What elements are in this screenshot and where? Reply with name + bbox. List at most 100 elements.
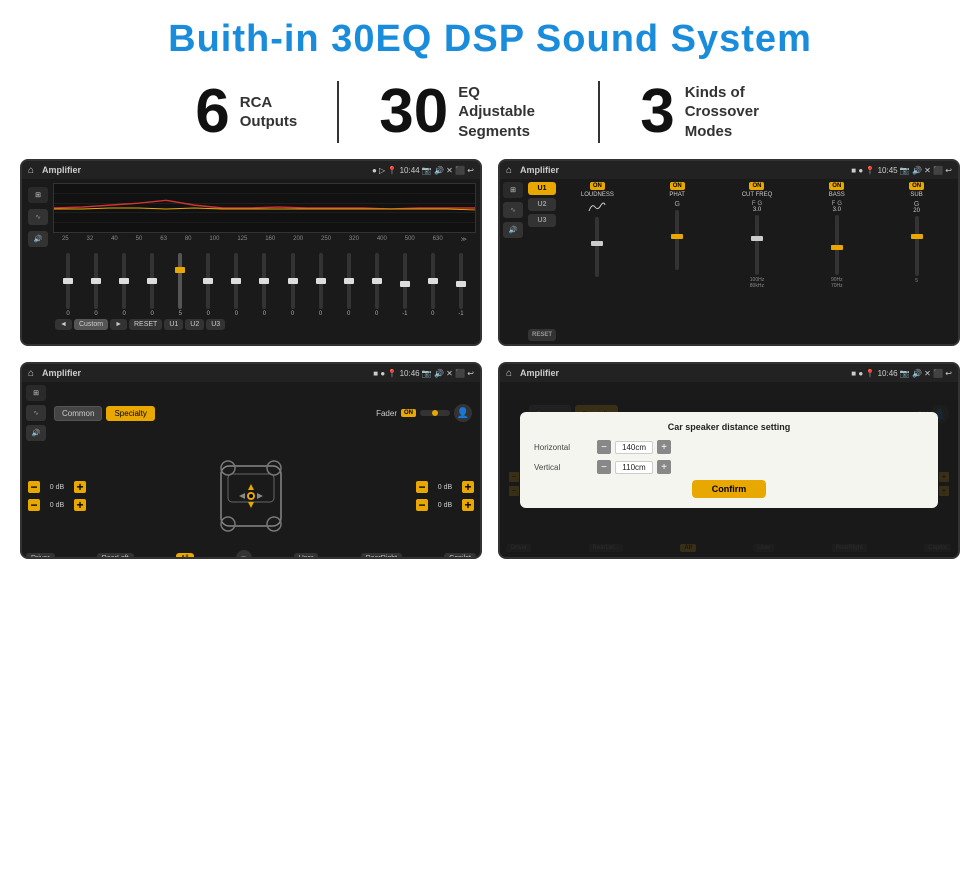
home-icon-4[interactable]: ⌂	[506, 368, 512, 379]
eq-slider-12[interactable]: 0	[364, 253, 390, 317]
eq-slider-7[interactable]: 0	[223, 253, 249, 317]
sub-slider[interactable]	[915, 216, 919, 276]
bass-slider[interactable]	[835, 215, 839, 275]
vol-val-2: 0 dB	[43, 502, 71, 509]
tab-specialty[interactable]: Specialty	[106, 406, 154, 421]
btn-rearright[interactable]: RearRight	[361, 553, 403, 560]
eq-u1-btn[interactable]: U1	[164, 319, 183, 330]
home-icon-3[interactable]: ⌂	[28, 368, 34, 379]
vol-plus-3[interactable]: +	[462, 481, 474, 493]
vertical-label: Vertical	[534, 463, 589, 472]
eq-play-btn[interactable]: ►	[110, 319, 127, 330]
crossover-icon-wave[interactable]: ∿	[503, 202, 523, 218]
eq-slider-6[interactable]: 0	[195, 253, 221, 317]
crossover-params-area: ON LOUDNESS ON PHAT G	[559, 182, 955, 341]
dialog-title: Car speaker distance setting	[534, 422, 924, 432]
fader-icon-settings[interactable]: ⊞	[26, 385, 46, 401]
eq-slider-4[interactable]: 0	[139, 253, 165, 317]
eq-u2-btn[interactable]: U2	[185, 319, 204, 330]
status-bar-4: ⌂ Amplifier ■ ● 📍 10:46 📷 🔊 ✕ ⬛ ↩	[500, 364, 958, 382]
eq-slider-14[interactable]: 0	[420, 253, 446, 317]
dialog-body: Common Specialty ON 👤 −0 dB+ −0 dB+	[500, 382, 958, 557]
preset-u2[interactable]: U2	[528, 198, 556, 211]
screen-crossover: ⌂ Amplifier ■ ● 📍 10:45 📷 🔊 ✕ ⬛ ↩ ⊞ ∿ 🔊 …	[498, 159, 960, 346]
eq-slider-15[interactable]: -1	[448, 253, 474, 317]
fader-label: Fader	[376, 409, 397, 418]
vol-left-1: − 0 dB +	[28, 481, 86, 493]
fader-icon-wave[interactable]: ∿	[26, 405, 46, 421]
btn-all[interactable]: All	[176, 553, 194, 560]
eq-slider-1[interactable]: 0	[55, 253, 81, 317]
eq-graph	[53, 183, 476, 233]
eq-slider-3[interactable]: 0	[111, 253, 137, 317]
preset-buttons: U1 U2 U3 RESET	[528, 182, 556, 341]
eq-icon-wave[interactable]: ∿	[28, 209, 48, 225]
btn-driver[interactable]: Driver	[26, 553, 55, 560]
eq-reset-btn[interactable]: RESET	[129, 319, 162, 330]
fader-slider-h[interactable]	[420, 410, 450, 416]
eq-u3-btn[interactable]: U3	[206, 319, 225, 330]
vol-plus-4[interactable]: +	[462, 499, 474, 511]
eq-preset-custom[interactable]: Custom	[74, 319, 108, 330]
eq-slider-13[interactable]: -1	[392, 253, 418, 317]
status-icons-2: ■ ● 📍 10:45 📷 🔊 ✕ ⬛ ↩	[851, 166, 952, 175]
reset-btn[interactable]: RESET	[528, 329, 556, 341]
vol-val-1: 0 dB	[43, 484, 71, 491]
stat-number-3: 3	[640, 81, 674, 143]
preset-u3[interactable]: U3	[528, 214, 556, 227]
vertical-minus[interactable]: −	[597, 460, 611, 474]
phat-slider[interactable]	[675, 210, 679, 270]
eq-icon-speaker[interactable]: 🔊	[28, 231, 48, 247]
eq-slider-9[interactable]: 0	[280, 253, 306, 317]
crossover-icon-speaker[interactable]: 🔊	[503, 222, 523, 238]
horizontal-minus[interactable]: −	[597, 440, 611, 454]
sub-val: 20	[913, 208, 920, 214]
eq-content: 2532405063 80100125160200 25032040050063…	[53, 183, 476, 342]
eq-bottom: ◄ Custom ► RESET U1 U2 U3	[53, 317, 476, 330]
horizontal-plus[interactable]: +	[657, 440, 671, 454]
vol-right-2: − 0 dB +	[416, 499, 474, 511]
sub-label: SUB	[910, 192, 922, 198]
phat-on-badge: ON	[670, 182, 685, 190]
loudness-slider[interactable]	[595, 217, 599, 277]
home-icon-2[interactable]: ⌂	[506, 165, 512, 176]
fader-vols-left: − 0 dB + − 0 dB +	[28, 446, 86, 546]
eq-sliders-row: 0 0 0 0 5 0 0 0 0 0 0 0 -1 0 -1	[53, 245, 476, 317]
eq-prev-btn[interactable]: ◄	[55, 319, 72, 330]
stats-row: 6 RCAOutputs 30 EQ AdjustableSegments 3 …	[0, 73, 980, 159]
stat-number-6: 6	[195, 81, 229, 143]
vertical-plus[interactable]: +	[657, 460, 671, 474]
eq-main-area: ⊞ ∿ 🔊	[22, 179, 480, 344]
vol-plus-1[interactable]: +	[74, 481, 86, 493]
confirm-button[interactable]: Confirm	[692, 480, 767, 498]
btn-copilot[interactable]: Copilot	[444, 553, 476, 560]
eq-slider-8[interactable]: 0	[251, 253, 277, 317]
eq-icon-settings[interactable]: ⊞	[28, 187, 48, 203]
eq-slider-5[interactable]: 5	[167, 253, 193, 317]
fader-icon-speaker[interactable]: 🔊	[26, 425, 46, 441]
vol-plus-2[interactable]: +	[74, 499, 86, 511]
profile-icon[interactable]: 👤	[454, 404, 472, 422]
home-icon-1[interactable]: ⌂	[28, 165, 34, 176]
bass-on-badge: ON	[829, 182, 844, 190]
fader-center-expand[interactable]: ▼	[236, 550, 252, 559]
tab-common[interactable]: Common	[54, 406, 102, 421]
sub-g-label: G	[914, 201, 919, 208]
btn-rearleft[interactable]: RearLeft	[97, 553, 134, 560]
bass-label: BASS	[829, 192, 845, 198]
crossover-icon-settings[interactable]: ⊞	[503, 182, 523, 198]
vol-minus-1[interactable]: −	[28, 481, 40, 493]
crossover-main-content: U1 U2 U3 RESET ON LOUDNESS	[528, 182, 955, 341]
eq-slider-2[interactable]: 0	[83, 253, 109, 317]
btn-user[interactable]: User	[294, 553, 319, 560]
vertical-stepper: − 110cm +	[597, 460, 671, 474]
eq-slider-11[interactable]: 0	[336, 253, 362, 317]
app-title-3: Amplifier	[42, 368, 81, 378]
eq-slider-10[interactable]: 0	[308, 253, 334, 317]
vol-val-4: 0 dB	[431, 502, 459, 509]
vol-minus-4[interactable]: −	[416, 499, 428, 511]
preset-u1[interactable]: U1	[528, 182, 556, 195]
vol-minus-3[interactable]: −	[416, 481, 428, 493]
vol-minus-2[interactable]: −	[28, 499, 40, 511]
cutfreq-slider[interactable]	[755, 215, 759, 275]
